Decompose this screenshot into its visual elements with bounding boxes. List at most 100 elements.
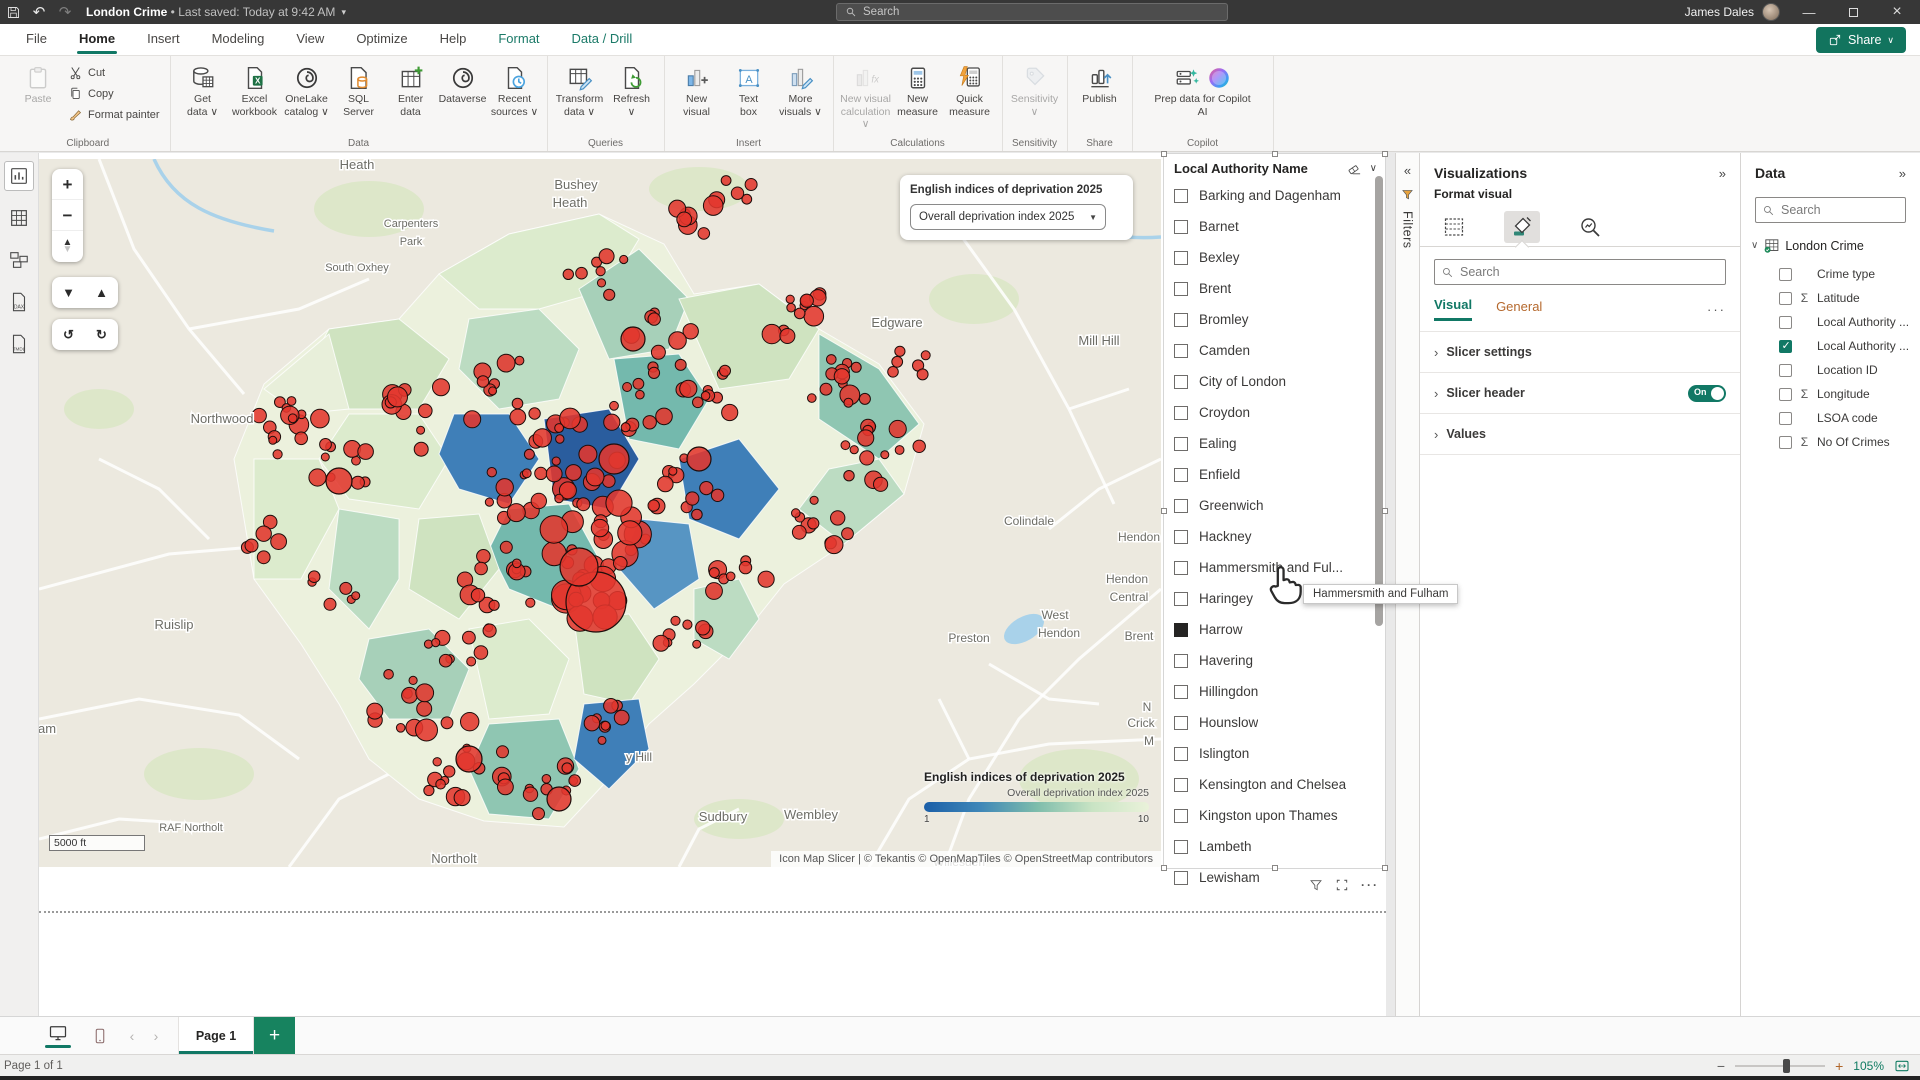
fit-to-page-icon[interactable] <box>1894 1058 1910 1074</box>
field-checkbox[interactable] <box>1779 436 1792 449</box>
resize-handle[interactable] <box>1382 865 1388 871</box>
report-page[interactable]: HeathBusheyHeathCarpentersParkSouth Oxhe… <box>39 153 1386 1016</box>
chevron-down-icon[interactable]: ∨ <box>1370 163 1377 174</box>
resize-handle[interactable] <box>1161 508 1167 514</box>
dax-query-view-button[interactable]: DAX <box>4 287 34 317</box>
tab-format[interactable]: Format <box>482 24 555 56</box>
eraser-icon[interactable] <box>1347 161 1362 176</box>
zoom-slider[interactable] <box>1735 1065 1825 1067</box>
undo-icon[interactable]: ↶ <box>26 1 52 23</box>
slicer-item-islington[interactable]: Islington <box>1164 738 1385 769</box>
field-longitude[interactable]: ΣLongitude <box>1741 382 1920 406</box>
data-search-input[interactable]: Search <box>1755 197 1906 223</box>
analytics-tab[interactable] <box>1572 211 1608 243</box>
resize-handle[interactable] <box>1161 865 1167 871</box>
enter-data-button[interactable]: Enterdata <box>385 61 437 133</box>
more-options-icon[interactable]: ··· <box>1361 878 1379 892</box>
checkbox-havering[interactable] <box>1174 654 1188 668</box>
section-values[interactable]: ›Values <box>1420 414 1740 455</box>
publish-button[interactable]: Publish <box>1074 61 1126 133</box>
field-no-of-crimes[interactable]: ΣNo Of Crimes <box>1741 430 1920 454</box>
field-checkbox[interactable] <box>1779 388 1792 401</box>
more-options-icon[interactable]: ··· <box>1707 302 1726 317</box>
zoom-slider-thumb[interactable] <box>1783 1059 1790 1073</box>
tmdl-view-button[interactable]: TMDL <box>4 329 34 359</box>
map-visual[interactable]: HeathBusheyHeathCarpentersParkSouth Oxhe… <box>39 159 1161 867</box>
resize-handle[interactable] <box>1272 865 1278 871</box>
map-zoom-in-button[interactable]: + <box>52 169 83 200</box>
tab-file[interactable]: File <box>10 24 63 56</box>
resize-handle[interactable] <box>1161 151 1167 157</box>
page-tab[interactable]: Page 1 <box>178 1017 254 1054</box>
save-icon[interactable] <box>0 1 26 23</box>
checkbox-kensington-and-chelsea[interactable] <box>1174 778 1188 792</box>
cut-button[interactable]: Cut <box>64 63 164 82</box>
checkbox-bromley[interactable] <box>1174 313 1188 327</box>
field-lsoa-code[interactable]: LSOA code <box>1741 406 1920 430</box>
field-checkbox[interactable] <box>1779 364 1792 377</box>
tab-modeling[interactable]: Modeling <box>196 24 281 56</box>
filter-icon[interactable] <box>1309 878 1323 892</box>
transform-data-button[interactable]: Transformdata ∨ <box>554 61 606 133</box>
model-view-button[interactable] <box>4 245 34 275</box>
slicer-item-barking-and-dagenham[interactable]: Barking and Dagenham <box>1164 180 1385 211</box>
section-slicer-header[interactable]: ›Slicer headerOn <box>1420 373 1740 414</box>
new-measure-button[interactable]: Newmeasure <box>892 61 944 133</box>
checkbox-barking-and-dagenham[interactable] <box>1174 189 1188 203</box>
resize-handle[interactable] <box>1382 151 1388 157</box>
refresh-button[interactable]: Refresh∨ <box>606 61 658 133</box>
checkbox-hammersmith-and-ful[interactable] <box>1174 561 1188 575</box>
field-checkbox[interactable] <box>1779 268 1792 281</box>
local-authority-slicer[interactable]: Local Authority Name ∨ Barking and Dagen… <box>1163 153 1386 869</box>
checkbox-croydon[interactable] <box>1174 406 1188 420</box>
checkbox-brent[interactable] <box>1174 282 1188 296</box>
checkbox-lambeth[interactable] <box>1174 840 1188 854</box>
get-data-button[interactable]: Getdata ∨ <box>177 61 229 133</box>
zoom-percentage[interactable]: 105% <box>1853 1059 1884 1073</box>
checkbox-barnet[interactable] <box>1174 220 1188 234</box>
tab-home[interactable]: Home <box>63 24 131 56</box>
tab-general[interactable]: General <box>1496 299 1542 320</box>
new-visual-button[interactable]: Newvisual <box>671 61 723 133</box>
field-checkbox[interactable] <box>1779 412 1792 425</box>
quick-measure-button[interactable]: Quickmeasure <box>944 61 996 133</box>
field-latitude[interactable]: ΣLatitude <box>1741 286 1920 310</box>
checkbox-greenwich[interactable] <box>1174 499 1188 513</box>
slicer-item-harrow[interactable]: Harrow <box>1164 614 1385 645</box>
map-pitch-down-button[interactable]: ▼ <box>52 277 85 308</box>
zoom-in-button[interactable]: + <box>1835 1058 1843 1074</box>
field-location-id[interactable]: Location ID <box>1741 358 1920 382</box>
slicer-item-kensington-and-chelsea[interactable]: Kensington and Chelsea <box>1164 769 1385 800</box>
tab-help[interactable]: Help <box>424 24 483 56</box>
checkbox-islington[interactable] <box>1174 747 1188 761</box>
slicer-header-toggle[interactable]: On <box>1688 385 1726 402</box>
slicer-item-brent[interactable]: Brent <box>1164 273 1385 304</box>
add-page-button[interactable]: + <box>254 1017 295 1054</box>
copy-button[interactable]: Copy <box>64 84 164 103</box>
sql-server-button[interactable]: SQLServer <box>333 61 385 133</box>
field-crime-type[interactable]: Crime type <box>1741 262 1920 286</box>
account-button[interactable]: James Dales <box>1685 3 1780 21</box>
slicer-item-barnet[interactable]: Barnet <box>1164 211 1385 242</box>
checkbox-ealing[interactable] <box>1174 437 1188 451</box>
tab-visual[interactable]: Visual <box>1434 297 1472 321</box>
recent-sources-button[interactable]: Recentsources ∨ <box>489 61 541 133</box>
tab-insert[interactable]: Insert <box>131 24 196 56</box>
checkbox-enfield[interactable] <box>1174 468 1188 482</box>
format-search-input[interactable]: Search <box>1434 259 1726 285</box>
filter-funnel-icon[interactable] <box>1401 188 1414 201</box>
field-local-authority[interactable]: Local Authority ... <box>1741 334 1920 358</box>
focus-mode-icon[interactable] <box>1335 878 1349 892</box>
resize-handle[interactable] <box>1272 151 1278 157</box>
format-painter-button[interactable]: Format painter <box>64 105 164 124</box>
filters-pane-label[interactable]: Filters <box>1401 211 1415 249</box>
map-rotate-right-button[interactable]: ↻ <box>85 319 118 350</box>
zoom-out-button[interactable]: − <box>1717 1058 1725 1074</box>
global-search-input[interactable]: Search <box>836 3 1228 21</box>
checkbox-hillingdon[interactable] <box>1174 685 1188 699</box>
slicer-item-havering[interactable]: Havering <box>1164 645 1385 676</box>
map-pitch-up-button[interactable]: ▲ <box>85 277 118 308</box>
field-checkbox[interactable] <box>1779 292 1792 305</box>
checkbox-bexley[interactable] <box>1174 251 1188 265</box>
excel-workbook-button[interactable]: XExcelworkbook <box>229 61 281 133</box>
